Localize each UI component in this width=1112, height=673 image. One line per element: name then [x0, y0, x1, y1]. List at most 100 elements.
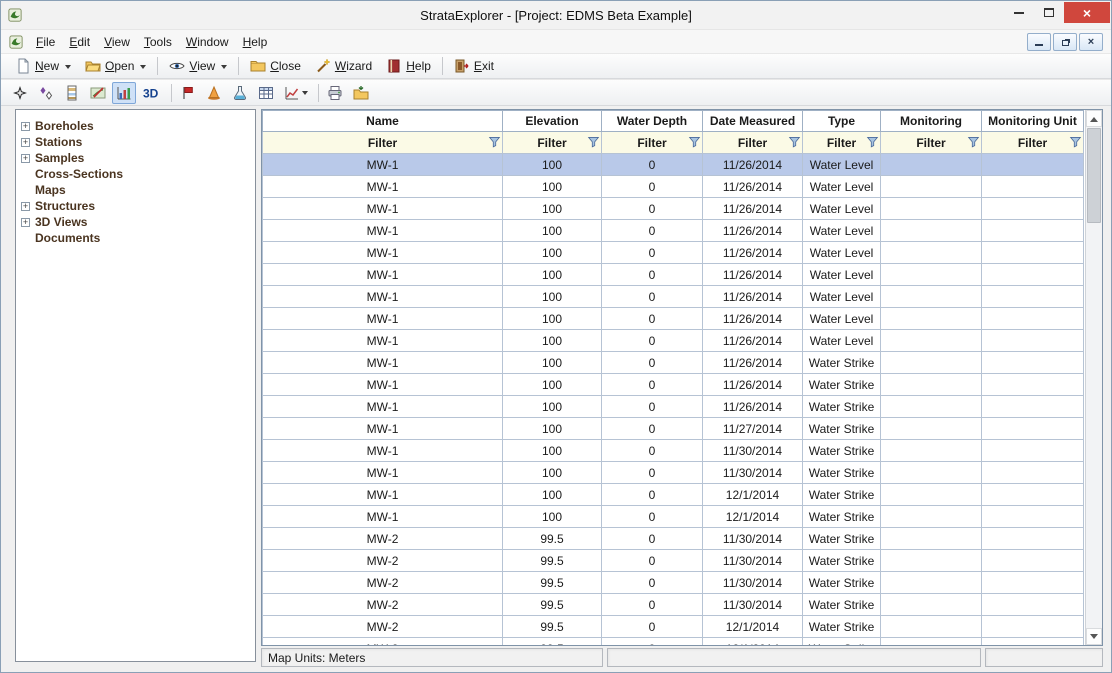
- table-icon-button[interactable]: [254, 82, 278, 104]
- map-units-label: Map Units: Meters: [268, 651, 365, 665]
- table-row[interactable]: MW-1100011/27/2014Water Strike: [263, 418, 1084, 440]
- arrow-up-icon: [1090, 113, 1098, 122]
- table-cell: 99.5: [503, 550, 602, 572]
- compass-star-icon-button[interactable]: [8, 82, 32, 104]
- table-row[interactable]: MW-299.5012/1/2014Water Strike: [263, 638, 1084, 647]
- sidebar-item-stations[interactable]: +Stations: [19, 134, 252, 150]
- table-row[interactable]: MW-1100011/26/2014Water Level: [263, 176, 1084, 198]
- filter-cell-water-depth[interactable]: Filter: [602, 132, 703, 154]
- chart-icon-button[interactable]: [112, 82, 136, 104]
- filter-cell-type[interactable]: Filter: [803, 132, 881, 154]
- close-button[interactable]: ×: [1064, 2, 1110, 23]
- menu-item-view[interactable]: View: [97, 31, 137, 53]
- column-header-elevation[interactable]: Elevation: [503, 111, 602, 132]
- menu-item-window[interactable]: Window: [179, 31, 236, 53]
- filter-cell-elevation[interactable]: Filter: [503, 132, 602, 154]
- table-row[interactable]: MW-1100012/1/2014Water Strike: [263, 506, 1084, 528]
- filter-label: Filter: [368, 136, 397, 150]
- points-icon-button[interactable]: [34, 82, 58, 104]
- mdi-close-button[interactable]: ×: [1079, 33, 1103, 51]
- export-folder-icon-button[interactable]: [349, 82, 373, 104]
- print-icon-button[interactable]: [323, 82, 347, 104]
- flag-icon-button[interactable]: [176, 82, 200, 104]
- table-row[interactable]: MW-299.5011/30/2014Water Strike: [263, 528, 1084, 550]
- scroll-down-button[interactable]: [1086, 628, 1102, 645]
- table-cell: [881, 242, 982, 264]
- table-row[interactable]: MW-1100011/26/2014Water Level: [263, 286, 1084, 308]
- table-row[interactable]: MW-299.5011/30/2014Water Strike: [263, 550, 1084, 572]
- table-cell: 0: [602, 374, 703, 396]
- sidebar-item-samples[interactable]: +Samples: [19, 150, 252, 166]
- expand-plus-icon[interactable]: +: [21, 122, 30, 131]
- mdi-restore-button[interactable]: [1053, 33, 1077, 51]
- table-cell: 11/26/2014: [703, 308, 803, 330]
- table-row[interactable]: MW-1100011/26/2014Water Level: [263, 220, 1084, 242]
- table-row[interactable]: MW-1100011/26/2014Water Level: [263, 198, 1084, 220]
- help-button[interactable]: Help: [379, 55, 438, 77]
- table-row[interactable]: MW-1100011/30/2014Water Strike: [263, 462, 1084, 484]
- minimize-button[interactable]: [1004, 2, 1034, 23]
- filter-cell-monitoring-unit[interactable]: Filter: [982, 132, 1084, 154]
- table-cell: Water Level: [803, 198, 881, 220]
- graph-icon-button[interactable]: [280, 82, 312, 104]
- exit-button[interactable]: Exit: [447, 55, 501, 77]
- sidebar-item-cross-sections[interactable]: Cross-Sections: [19, 166, 252, 182]
- menu-item-help[interactable]: Help: [236, 31, 275, 53]
- sidebar-item-maps[interactable]: Maps: [19, 182, 252, 198]
- filter-cell-monitoring[interactable]: Filter: [881, 132, 982, 154]
- column-header-water-depth[interactable]: Water Depth: [602, 111, 703, 132]
- sidebar-item-documents[interactable]: Documents: [19, 230, 252, 246]
- sidebar-item-structures[interactable]: +Structures: [19, 198, 252, 214]
- mdi-minimize-button[interactable]: [1027, 33, 1051, 51]
- column-header-monitoring[interactable]: Monitoring: [881, 111, 982, 132]
- table-row[interactable]: MW-299.5011/30/2014Water Strike: [263, 572, 1084, 594]
- 3d-view-icon-button[interactable]: 3D: [138, 82, 165, 104]
- table-row[interactable]: MW-1100011/26/2014Water Strike: [263, 396, 1084, 418]
- scroll-up-button[interactable]: [1086, 110, 1102, 127]
- filter-cell-name[interactable]: Filter: [263, 132, 503, 154]
- table-row[interactable]: MW-1100011/30/2014Water Strike: [263, 440, 1084, 462]
- expand-plus-icon[interactable]: +: [21, 218, 30, 227]
- column-header-date-measured[interactable]: Date Measured: [703, 111, 803, 132]
- table-cell: Water Strike: [803, 638, 881, 647]
- column-header-type[interactable]: Type: [803, 111, 881, 132]
- expand-plus-icon[interactable]: +: [21, 202, 30, 211]
- table-cell: 0: [602, 638, 703, 647]
- table-cell: 11/26/2014: [703, 374, 803, 396]
- table-row[interactable]: MW-1100011/26/2014Water Strike: [263, 374, 1084, 396]
- maximize-button[interactable]: [1034, 2, 1064, 23]
- expand-plus-icon[interactable]: +: [21, 154, 30, 163]
- new-button[interactable]: New: [8, 55, 78, 77]
- borehole-log-icon-button[interactable]: [60, 82, 84, 104]
- map-edit-icon-button[interactable]: [86, 82, 110, 104]
- table-row[interactable]: MW-1100011/26/2014Water Level: [263, 242, 1084, 264]
- table-row[interactable]: MW-1100012/1/2014Water Strike: [263, 484, 1084, 506]
- table-row[interactable]: MW-299.5011/30/2014Water Strike: [263, 594, 1084, 616]
- table-row[interactable]: MW-1100011/26/2014Water Level: [263, 264, 1084, 286]
- menu-item-edit[interactable]: Edit: [62, 31, 97, 53]
- flask-icon-button[interactable]: [228, 82, 252, 104]
- scrollbar-thumb[interactable]: [1087, 128, 1101, 223]
- column-header-monitoring-unit[interactable]: Monitoring Unit: [982, 111, 1084, 132]
- close-button[interactable]: Close: [243, 55, 308, 77]
- table-row[interactable]: MW-1100011/26/2014Water Level: [263, 154, 1084, 176]
- wizard-button[interactable]: Wizard: [308, 55, 379, 77]
- table-cell: 0: [602, 440, 703, 462]
- sidebar-item-3d-views[interactable]: +3D Views: [19, 214, 252, 230]
- filter-cell-date-measured[interactable]: Filter: [703, 132, 803, 154]
- table-row[interactable]: MW-299.5012/1/2014Water Strike: [263, 616, 1084, 638]
- open-button[interactable]: Open: [78, 55, 153, 77]
- menu-item-file[interactable]: File: [29, 31, 62, 53]
- cone-icon-button[interactable]: [202, 82, 226, 104]
- view-button[interactable]: View: [162, 55, 234, 77]
- table-row[interactable]: MW-1100011/26/2014Water Level: [263, 330, 1084, 352]
- table-row[interactable]: MW-1100011/26/2014Water Level: [263, 308, 1084, 330]
- table-row[interactable]: MW-1100011/26/2014Water Strike: [263, 352, 1084, 374]
- expand-plus-icon[interactable]: +: [21, 138, 30, 147]
- table-cell: 11/26/2014: [703, 198, 803, 220]
- sidebar-item-boreholes[interactable]: +Boreholes: [19, 118, 252, 134]
- filter-label: Filter: [916, 136, 945, 150]
- menu-item-tools[interactable]: Tools: [137, 31, 179, 53]
- column-header-name[interactable]: Name: [263, 111, 503, 132]
- vertical-scrollbar[interactable]: [1085, 110, 1102, 645]
